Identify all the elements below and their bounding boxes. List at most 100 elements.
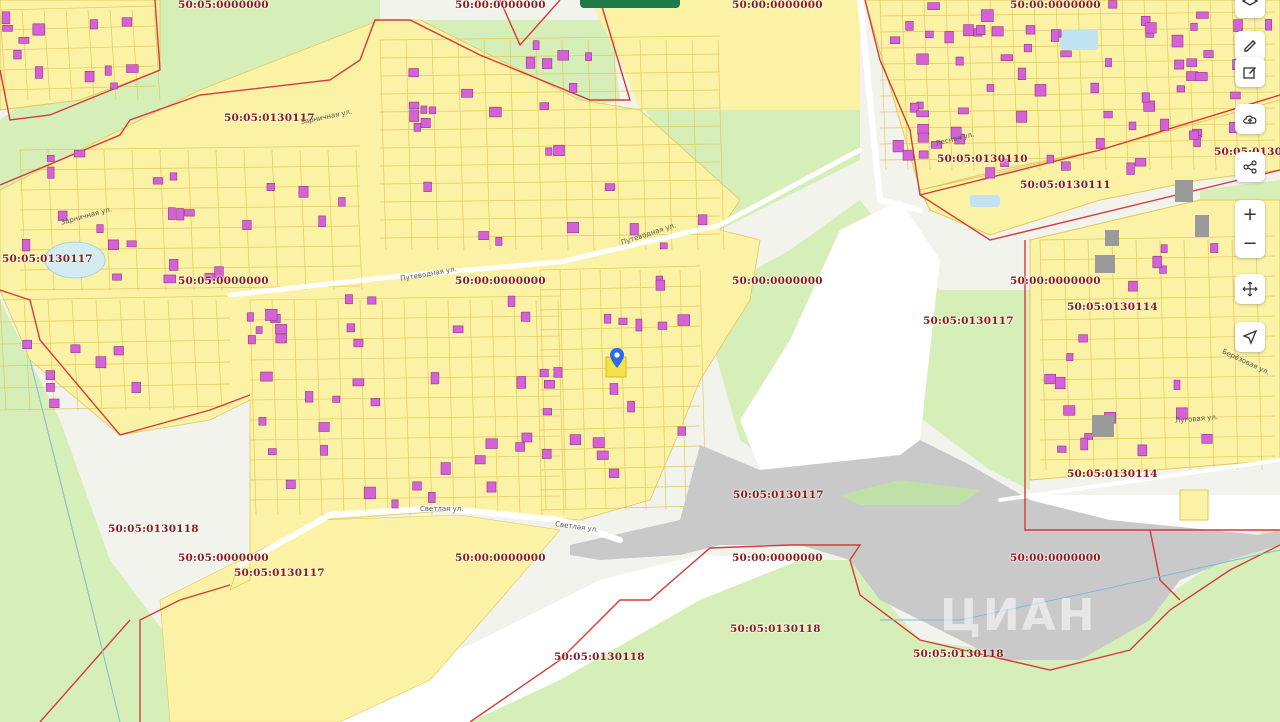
locate-button[interactable]	[1235, 322, 1265, 352]
building	[585, 52, 592, 61]
building	[539, 368, 549, 378]
building	[163, 274, 176, 284]
building	[413, 123, 421, 132]
building	[247, 335, 256, 345]
move-icon	[1242, 281, 1258, 297]
cadastral-number-label: 50:05:0000000	[178, 552, 269, 564]
cadastral-number-label: 50:00:0000000	[732, 552, 823, 564]
building	[1189, 130, 1199, 140]
building	[367, 296, 377, 305]
building	[1078, 334, 1088, 343]
zoom-out-icon: −	[1242, 233, 1258, 254]
building	[121, 17, 133, 27]
building	[318, 422, 330, 432]
building	[110, 82, 118, 90]
building	[657, 321, 668, 330]
building	[45, 370, 55, 380]
building	[916, 53, 929, 65]
building	[1080, 437, 1089, 451]
building	[1095, 138, 1105, 149]
zoom-in-button[interactable]: +	[1235, 200, 1265, 229]
share-button[interactable]	[1235, 152, 1265, 182]
building	[545, 147, 553, 156]
edit-button[interactable]	[1235, 57, 1265, 87]
building	[420, 118, 431, 129]
building	[285, 479, 296, 489]
location-pin-icon[interactable]	[610, 348, 624, 368]
building	[1160, 118, 1170, 131]
building	[542, 58, 553, 69]
building	[677, 426, 687, 436]
cadastral-number-label: 50:00:0000000	[1010, 0, 1101, 11]
building	[346, 323, 355, 333]
building	[489, 106, 502, 118]
building	[408, 101, 420, 109]
building	[635, 318, 643, 332]
building	[1201, 433, 1213, 444]
building	[608, 468, 620, 478]
navigation-icon	[1242, 329, 1258, 345]
building	[603, 313, 612, 324]
building	[1190, 22, 1198, 31]
building	[1066, 353, 1074, 362]
building	[1233, 19, 1243, 32]
cadastral-number-label: 50:00:0000000	[455, 0, 546, 11]
building	[985, 167, 995, 179]
cadastral-number-label: 50:05:0130118	[730, 623, 821, 635]
building	[352, 378, 365, 387]
building	[542, 448, 552, 459]
building	[543, 379, 555, 389]
building	[986, 84, 995, 92]
building	[889, 36, 901, 44]
upload-button[interactable]	[1235, 104, 1265, 134]
building	[1171, 34, 1184, 48]
building	[242, 220, 252, 230]
building	[2, 24, 13, 32]
building	[1046, 154, 1054, 164]
building	[1, 11, 11, 25]
building	[520, 311, 531, 322]
street-name-label: Светлая ул.	[420, 505, 464, 513]
pan-button[interactable]	[1235, 274, 1265, 304]
cadastral-number-label: 50:00:0000000	[455, 275, 546, 287]
building	[1057, 445, 1067, 453]
cadastral-number-label: 50:05:0000000	[178, 275, 269, 287]
building	[298, 186, 309, 198]
building	[609, 383, 619, 395]
building	[592, 437, 605, 448]
watermark: ЦИАН	[940, 590, 1097, 641]
building	[176, 208, 185, 221]
building	[1143, 100, 1155, 112]
building	[1152, 255, 1162, 269]
cadastral-number-label: 50:05:0130118	[554, 651, 645, 663]
yellow-zone	[1179, 489, 1209, 521]
share-icon	[1243, 160, 1257, 174]
building	[112, 273, 122, 281]
building	[96, 224, 104, 234]
building	[917, 132, 929, 143]
building	[84, 71, 95, 83]
building	[1105, 58, 1112, 67]
building	[409, 109, 420, 122]
top-action-button[interactable]	[580, 0, 680, 8]
building	[258, 417, 267, 426]
building	[478, 231, 489, 240]
cadastral-number-label: 50:05:0130114	[1067, 468, 1158, 480]
building	[265, 308, 278, 321]
building	[169, 259, 179, 271]
cadastral-number-label: 50:00:0000000	[455, 552, 546, 564]
building	[958, 107, 969, 115]
building	[1126, 162, 1135, 175]
building	[275, 324, 288, 335]
building	[1090, 82, 1099, 94]
building	[320, 445, 328, 456]
zoom-out-button[interactable]: −	[1235, 229, 1265, 258]
cadastral-number-label: 50:05:0130117	[923, 315, 1014, 327]
layers-button[interactable]	[1235, 0, 1265, 18]
building	[1137, 444, 1148, 457]
building	[108, 239, 119, 250]
building	[304, 391, 314, 403]
building	[1023, 43, 1032, 53]
building	[918, 150, 929, 159]
building	[408, 68, 419, 78]
